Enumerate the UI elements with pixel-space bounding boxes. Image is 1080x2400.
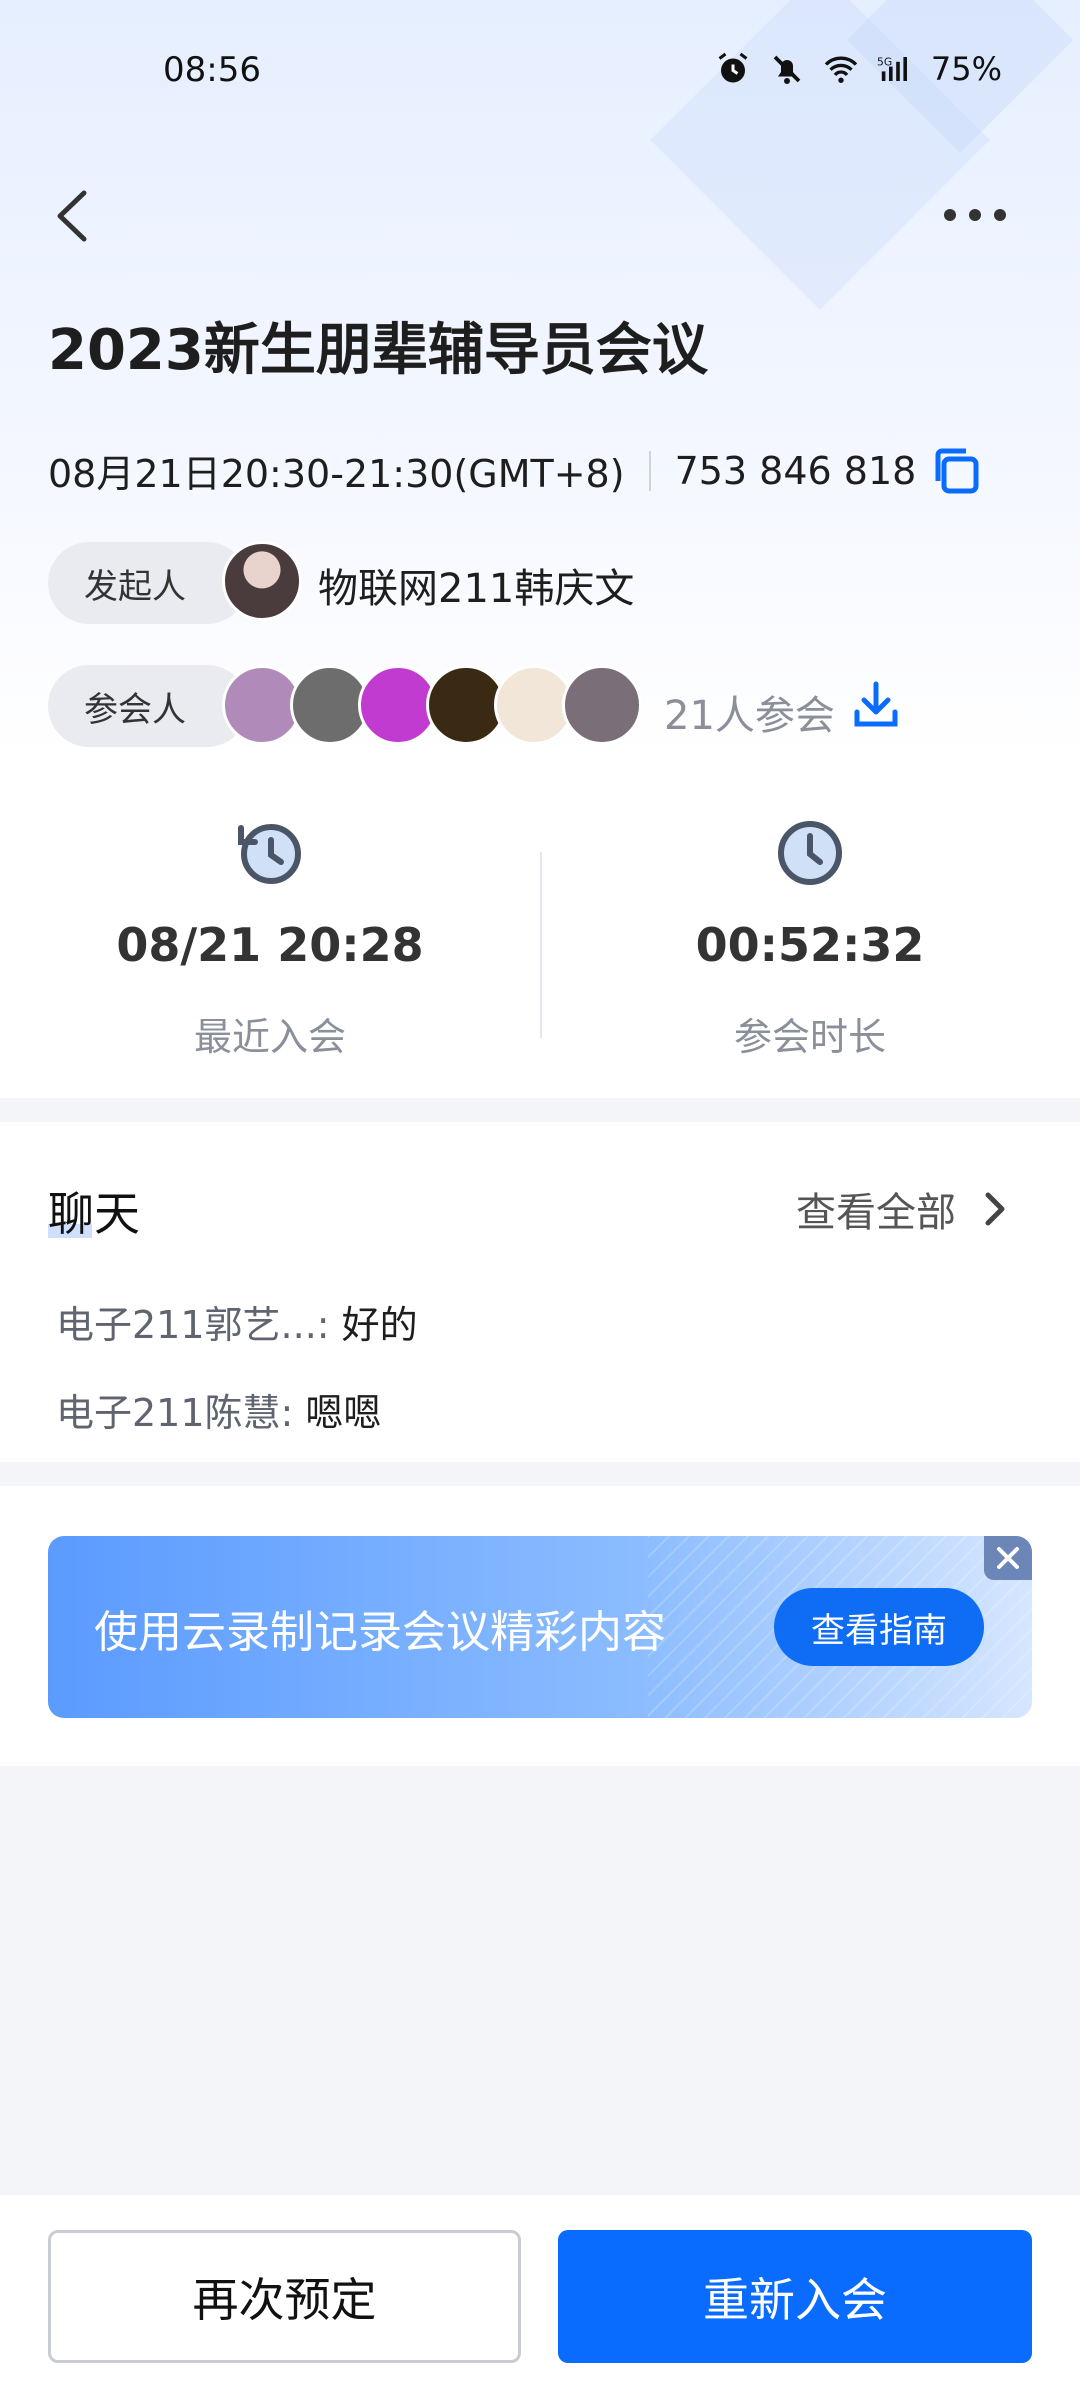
duration-value: 00:52:32	[695, 918, 925, 972]
more-options-icon[interactable]	[940, 195, 1010, 235]
attendees-chip[interactable]: 参会人	[48, 665, 248, 747]
bottom-action-bar: 再次预定 重新入会	[0, 2195, 1080, 2400]
divider	[648, 450, 651, 491]
chat-message[interactable]: 电子211郭艺...: 好的	[56, 1294, 418, 1349]
download-icon[interactable]	[853, 680, 899, 730]
wifi-icon	[824, 56, 858, 83]
view-all-chat-button[interactable]: 查看全部	[796, 1180, 1010, 1238]
duration-label: 参会时长	[733, 1015, 886, 1059]
battery-level: 75%	[930, 50, 1002, 88]
banner-text: 使用云录制记录会议精彩内容	[94, 1607, 666, 1658]
avatar	[222, 541, 302, 621]
attendee-avatar	[562, 665, 642, 745]
status-time: 08:56	[163, 50, 261, 90]
duration-stat: 00:52:32 参会时长	[540, 760, 1080, 1098]
chevron-right-icon	[985, 1192, 1005, 1226]
view-all-label: 查看全部	[796, 1190, 956, 1236]
cloud-recording-banner[interactable]: 使用云录制记录会议精彩内容 查看指南	[48, 1536, 1032, 1718]
last-join-stat: 08/21 20:28 最近入会	[0, 760, 540, 1098]
signal-5g-icon: 5G	[877, 55, 907, 81]
alarm-icon	[718, 52, 748, 83]
status-icons: 5G 75%	[715, 50, 1002, 88]
host-name: 物联网211韩庆文	[318, 566, 635, 612]
message-text: 好的	[341, 1303, 418, 1347]
rebook-button[interactable]: 再次预定	[48, 2230, 521, 2363]
chat-title: 聊天	[48, 1187, 140, 1241]
history-clock-icon	[238, 824, 301, 884]
host-label: 发起人	[84, 566, 186, 607]
host-chip: 发起人	[48, 542, 248, 624]
back-icon[interactable]	[48, 183, 98, 249]
message-text: 嗯嗯	[305, 1391, 382, 1435]
chat-section: 聊天 查看全部 电子211郭艺...: 好的 电子211陈慧: 嗯嗯	[0, 1122, 1080, 1462]
last-join-value: 08/21 20:28	[116, 918, 424, 972]
meeting-title: 2023新生朋辈辅导员会议	[48, 318, 708, 383]
meeting-time: 08月21日20:30-21:30(GMT+8)	[48, 452, 625, 496]
mute-bell-icon	[773, 55, 801, 84]
clock-icon	[778, 821, 842, 885]
message-sender: 电子211陈慧:	[56, 1391, 306, 1435]
attendee-count[interactable]: 21人参会	[664, 683, 835, 741]
status-bar: 08:56 5G 75%	[0, 0, 1080, 145]
view-guide-button[interactable]: 查看指南	[774, 1588, 984, 1666]
promo-banner-section: 使用云录制记录会议精彩内容 查看指南	[0, 1486, 1080, 1766]
last-join-label: 最近入会	[193, 1015, 346, 1059]
svg-text:5G: 5G	[877, 55, 892, 68]
meeting-id: 753 846 818	[674, 448, 917, 493]
chat-message[interactable]: 电子211陈慧: 嗯嗯	[56, 1382, 381, 1437]
meeting-info-row: 08月21日20:30-21:30(GMT+8) 753 846 818	[48, 443, 982, 498]
close-icon	[997, 1547, 1019, 1569]
attendees-label: 参会人	[84, 689, 186, 730]
message-sender: 电子211郭艺...:	[56, 1303, 342, 1347]
rejoin-button[interactable]: 重新入会	[558, 2230, 1032, 2363]
meeting-stats: 08/21 20:28 最近入会 00:52:32 参会时长	[0, 760, 1080, 1098]
close-banner-button[interactable]	[984, 1536, 1032, 1580]
copy-icon[interactable]	[930, 445, 982, 497]
